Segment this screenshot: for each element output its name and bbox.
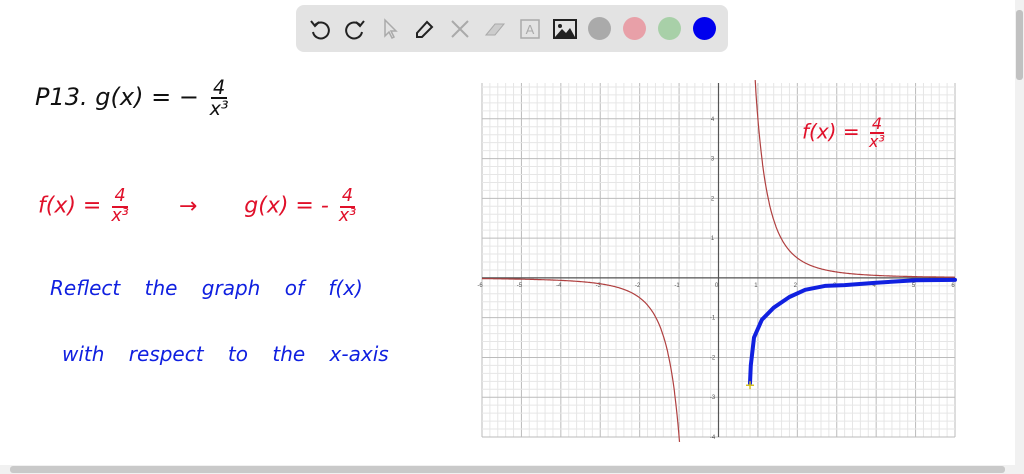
note-line-1: Reflect the graph of f(x) bbox=[50, 276, 363, 300]
x-tick-label: -4 bbox=[556, 283, 562, 289]
horizontal-scroll-thumb[interactable] bbox=[10, 466, 1005, 473]
x-tick-label: -6 bbox=[477, 283, 483, 289]
y-tick-label: -1 bbox=[710, 316, 716, 322]
x-tick-label: -1 bbox=[674, 283, 680, 289]
x-tick-label: -5 bbox=[517, 283, 523, 289]
text-icon[interactable]: A bbox=[516, 15, 544, 43]
horizontal-scrollbar[interactable] bbox=[0, 465, 1015, 474]
color-pink[interactable] bbox=[621, 15, 649, 43]
problem-label: P13. bbox=[35, 83, 88, 112]
y-tick-label: 1 bbox=[711, 236, 715, 242]
g-lhs: g(x) = - bbox=[244, 193, 329, 219]
undo-icon[interactable] bbox=[306, 15, 334, 43]
y-tick-label: -4 bbox=[710, 435, 716, 441]
numerator: 4 bbox=[339, 186, 356, 208]
problem-fraction: 4 x³ bbox=[209, 76, 229, 121]
numerator: 4 bbox=[112, 186, 128, 208]
redo-icon[interactable] bbox=[341, 15, 369, 43]
y-tick-label: -3 bbox=[710, 395, 716, 401]
f-curve-left bbox=[482, 278, 681, 442]
color-gray[interactable] bbox=[586, 15, 614, 43]
f-lhs: f(x) = bbox=[38, 193, 102, 219]
f-fraction: 4 x³ bbox=[111, 186, 129, 226]
graph-label-fraction: 4 x³ bbox=[869, 116, 885, 150]
numerator: 4 bbox=[210, 76, 228, 100]
note-line-2: with respect to the x-axis bbox=[62, 342, 389, 366]
graph-label-lhs: f(x) = bbox=[802, 119, 860, 144]
y-tick-label: 4 bbox=[711, 117, 715, 123]
vertical-scroll-thumb[interactable] bbox=[1016, 10, 1023, 80]
y-tick-label: 2 bbox=[711, 196, 715, 202]
tools-icon[interactable] bbox=[446, 15, 474, 43]
image-icon[interactable] bbox=[551, 15, 579, 43]
color-blue[interactable] bbox=[691, 15, 719, 43]
y-tick-label: 3 bbox=[711, 157, 715, 163]
color-green[interactable] bbox=[656, 15, 684, 43]
cursor-crosshair-icon bbox=[746, 381, 755, 390]
pen-icon[interactable] bbox=[411, 15, 439, 43]
transformation-line: f(x) = 4 x³ → g(x) = - 4 x³ bbox=[38, 186, 359, 226]
vertical-scrollbar[interactable] bbox=[1015, 0, 1024, 474]
problem-statement: P13. g(x) = − 4 x³ bbox=[35, 76, 232, 121]
denominator: x³ bbox=[868, 132, 885, 151]
eraser-icon[interactable] bbox=[481, 15, 509, 43]
arrow-icon: → bbox=[178, 193, 198, 219]
svg-text:A: A bbox=[525, 22, 534, 37]
g-fraction: 4 x³ bbox=[338, 186, 357, 226]
problem-lhs: g(x) = − bbox=[95, 83, 199, 112]
x-tick-label: -2 bbox=[635, 283, 641, 289]
denominator: x³ bbox=[338, 205, 357, 226]
f-curve-right bbox=[754, 80, 955, 278]
function-graph: -6 -5 -4 -3 -2 -1 0 1 2 3 4 5 6-4-3-2-11234 bbox=[477, 80, 957, 442]
denominator: x³ bbox=[209, 97, 229, 121]
select-icon[interactable] bbox=[376, 15, 404, 43]
y-tick-label: -2 bbox=[710, 355, 716, 361]
graph-label: f(x) = 4 x³ bbox=[802, 116, 888, 150]
denominator: x³ bbox=[111, 205, 129, 226]
toolbar: A bbox=[296, 5, 728, 52]
